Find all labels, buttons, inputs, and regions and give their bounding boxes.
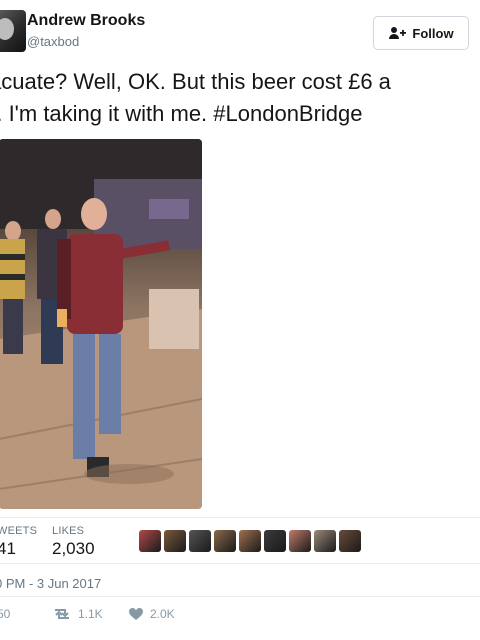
tweet-line-2: nt. I'm taking it with me. #LondonBridge — [0, 101, 363, 126]
divider-bottom — [0, 596, 480, 597]
liker-avatar[interactable] — [214, 530, 236, 552]
likes-count[interactable]: 2,030 — [52, 539, 95, 559]
retweet-count: 1.1K — [78, 607, 103, 621]
liker-avatar[interactable] — [239, 530, 261, 552]
retweet-icon — [55, 609, 69, 619]
liker-avatar[interactable] — [264, 530, 286, 552]
like-action[interactable]: 2.0K — [128, 607, 175, 621]
retweets-count[interactable]: 41 — [0, 539, 16, 559]
liker-avatar[interactable] — [164, 530, 186, 552]
tweet-timestamp[interactable]: 0 PM - 3 Jun 2017 — [0, 576, 101, 591]
tweet-text: vacuate? Well, OK. But this beer cost £6… — [0, 66, 480, 130]
liker-avatar[interactable] — [339, 530, 361, 552]
liker-avatar[interactable] — [189, 530, 211, 552]
retweet-action[interactable]: 1.1K — [52, 607, 103, 621]
liker-avatars — [139, 530, 361, 552]
divider-middle — [0, 563, 480, 564]
liker-avatar[interactable] — [139, 530, 161, 552]
follow-label: Follow — [412, 25, 454, 41]
follow-button[interactable]: Follow — [373, 16, 469, 50]
heart-icon — [129, 608, 143, 620]
photo-scene — [0, 139, 202, 509]
divider-top — [0, 517, 480, 518]
add-user-icon — [389, 27, 407, 39]
retweets-label[interactable]: WEETS — [0, 525, 37, 537]
tweet-photo[interactable] — [0, 139, 202, 509]
user-name[interactable]: Andrew Brooks — [27, 12, 145, 30]
user-avatar[interactable] — [0, 10, 26, 52]
reply-action[interactable]: 50 — [0, 607, 10, 621]
tweet-line-1: vacuate? Well, OK. But this beer cost £6… — [0, 69, 391, 94]
like-count: 2.0K — [150, 607, 175, 621]
liker-avatar[interactable] — [289, 530, 311, 552]
liker-avatar[interactable] — [314, 530, 336, 552]
user-handle[interactable]: @taxbod — [27, 34, 79, 49]
reply-count: 50 — [0, 607, 11, 621]
likes-label[interactable]: LIKES — [52, 525, 84, 537]
